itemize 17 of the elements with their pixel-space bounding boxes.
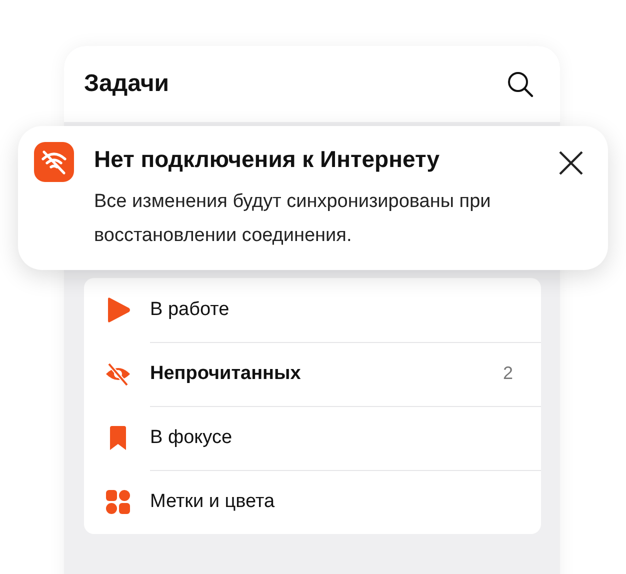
menu-item[interactable]: В фокусе bbox=[84, 406, 541, 470]
menu-label: Метки и цвета bbox=[150, 491, 275, 513]
menu-label: Непрочитанных bbox=[150, 362, 301, 384]
close-icon[interactable] bbox=[558, 150, 584, 176]
search-icon[interactable] bbox=[506, 70, 534, 98]
menu-label: В работе bbox=[150, 298, 230, 320]
item-count: 2 bbox=[502, 363, 513, 384]
no-wifi-icon bbox=[34, 142, 74, 182]
hidden-eye-icon bbox=[104, 360, 132, 388]
menu-item[interactable]: Непрочитанных 2 bbox=[84, 342, 541, 406]
screen-title: Задачи bbox=[84, 70, 170, 98]
menu-label: В фокусе bbox=[150, 426, 232, 448]
menu-item[interactable]: В работе bbox=[84, 278, 541, 342]
notification-title: Нет подключения к Интернету bbox=[94, 146, 441, 173]
notification-message: Все изменения будут синхронизированы при восстановлении соединения. bbox=[94, 190, 492, 248]
menu-item[interactable]: Метки и цвета bbox=[84, 470, 541, 534]
grid-icon bbox=[104, 488, 132, 516]
